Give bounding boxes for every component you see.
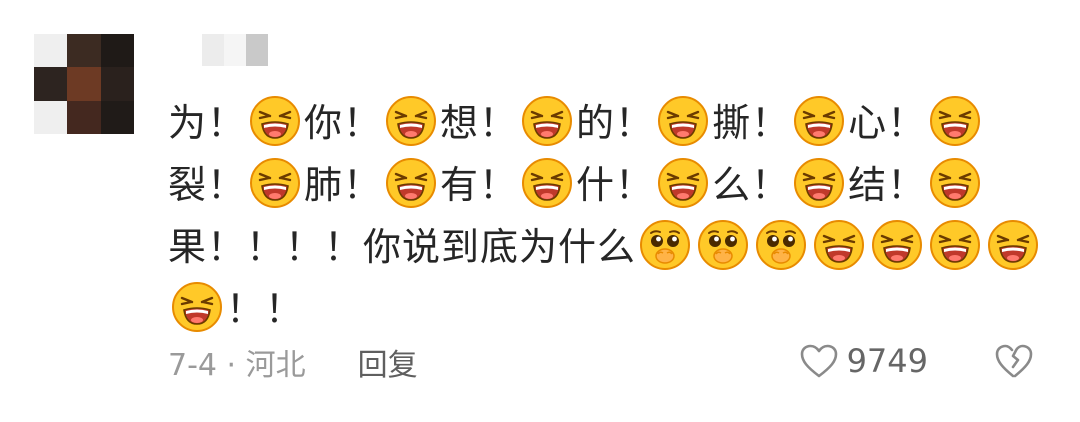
comment-meta: 7-4 · 河北 回复 xyxy=(168,340,418,384)
avatar-pixel xyxy=(34,67,68,101)
grimace-emoji xyxy=(656,156,710,210)
comment-avatar[interactable] xyxy=(34,34,134,134)
comment-text-segment: 你！ xyxy=(304,101,383,145)
username-pixel xyxy=(202,34,224,66)
reply-button[interactable]: 回复 xyxy=(358,340,418,384)
comment-text-segment: 么！ xyxy=(712,163,791,207)
comment-content: 为！ 你！ 想！ 的！ 撕！ 心！ 裂！ 肺！ 有！ 什！ 么！ 结！ 果！！！… xyxy=(168,92,1048,340)
grimace-emoji xyxy=(928,94,982,148)
comment-username-redacted[interactable] xyxy=(202,34,268,66)
grimace-emoji xyxy=(928,218,982,272)
pleading-emoji xyxy=(696,218,750,272)
comment-date-location: 7-4 · 河北 xyxy=(168,348,306,383)
pleading-emoji xyxy=(638,218,692,272)
like-count: 9749 xyxy=(846,342,928,380)
comment-text-segment: 为！ xyxy=(168,101,247,145)
avatar-pixel xyxy=(34,34,68,68)
comment-text-segment: 撕！ xyxy=(712,101,791,145)
comment-text-segment: 结！ xyxy=(848,163,927,207)
comment-text-segment: 肺！ xyxy=(304,163,383,207)
comment-text-segment: 有！ xyxy=(440,163,519,207)
grimace-emoji xyxy=(986,218,1040,272)
comment-text-segment: 什！ xyxy=(576,163,655,207)
avatar-pixel xyxy=(67,67,101,101)
grimace-emoji xyxy=(248,156,302,210)
broken-heart-icon xyxy=(994,343,1034,379)
grimace-emoji xyxy=(792,94,846,148)
grimace-emoji xyxy=(792,156,846,210)
grimace-emoji xyxy=(928,156,982,210)
grimace-emoji xyxy=(870,218,924,272)
grimace-emoji xyxy=(520,156,574,210)
avatar-pixel xyxy=(100,100,134,134)
grimace-emoji xyxy=(656,94,710,148)
grimace-emoji xyxy=(520,94,574,148)
comment-text-segment: 果！！！！你说到底为什么 xyxy=(168,225,637,269)
pleading-emoji xyxy=(754,218,808,272)
username-pixel xyxy=(224,34,246,66)
grimace-emoji xyxy=(812,218,866,272)
avatar-pixel xyxy=(100,34,134,68)
dislike-button[interactable] xyxy=(994,343,1034,379)
grimace-emoji xyxy=(170,280,224,334)
grimace-emoji xyxy=(384,156,438,210)
comment-text-segment: ！！ xyxy=(226,287,305,331)
heart-outline-icon xyxy=(799,343,839,379)
avatar-pixel xyxy=(34,100,68,134)
grimace-emoji xyxy=(384,94,438,148)
avatar-pixel xyxy=(67,100,101,134)
comment-actions: 9749 xyxy=(799,336,1034,386)
username-pixel xyxy=(246,34,268,66)
avatar-pixel xyxy=(67,34,101,68)
grimace-emoji xyxy=(248,94,302,148)
comment-text-segment: 的！ xyxy=(576,101,655,145)
like-button[interactable]: 9749 xyxy=(799,342,928,380)
avatar-pixel xyxy=(100,67,134,101)
comment-text-segment: 想！ xyxy=(440,101,519,145)
comment-text-segment: 心！ xyxy=(848,101,927,145)
comment-text-segment: 裂！ xyxy=(168,163,247,207)
